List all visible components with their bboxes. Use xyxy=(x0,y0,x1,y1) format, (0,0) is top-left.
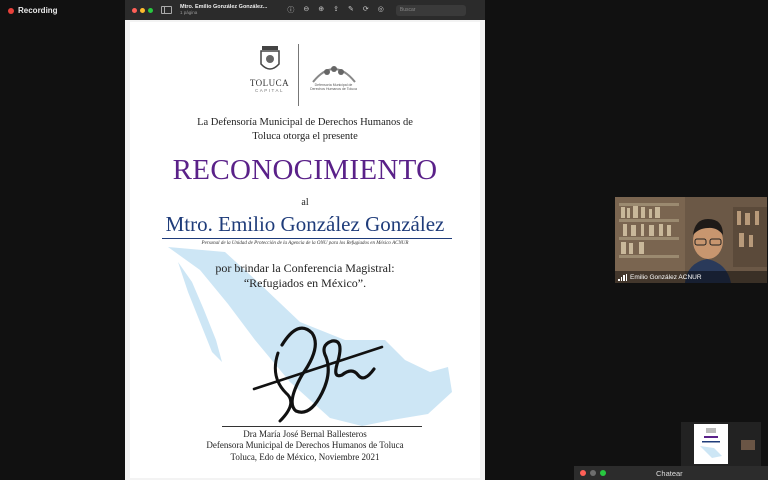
reason-line-2: “Refugiados en México”. xyxy=(243,276,367,290)
chat-close-button[interactable] xyxy=(580,470,586,476)
close-button[interactable] xyxy=(132,7,137,13)
thumbnail-document xyxy=(694,424,728,464)
participant-label: Emilio González ACNUR xyxy=(615,271,767,283)
logo-divider xyxy=(297,44,299,106)
toluca-crest-icon xyxy=(259,46,280,70)
certificate-al: al xyxy=(301,197,309,208)
signer-name: Dra María José Bernal Ballesteros xyxy=(243,429,367,439)
defensoria-emblem-icon xyxy=(311,66,356,83)
toluca-logo-name: TOLUCA xyxy=(249,78,290,88)
recipient-name: Mtro. Emilio González González xyxy=(165,212,445,236)
signal-strength-icon xyxy=(618,273,627,281)
recipient-underline xyxy=(162,238,452,239)
chat-window-controls xyxy=(580,470,606,476)
signer-title: Defensora Municipal de Derechos Humanos … xyxy=(206,440,404,451)
pdf-viewer-window: Mtro. Emilio González González... 1 pági… xyxy=(125,0,485,480)
recording-indicator: Recording xyxy=(8,6,58,15)
thumbnail-participant xyxy=(741,440,755,450)
recipient-position: Personal de la Unidad de Protección de l… xyxy=(201,241,409,246)
intro-line-1: La Defensoría Municipal de Derechos Huma… xyxy=(197,117,413,128)
handwritten-signature xyxy=(252,326,384,423)
signature-line xyxy=(222,426,422,427)
rotate-icon[interactable]: ⟳ xyxy=(363,5,369,15)
screen-share-thumbnail[interactable] xyxy=(681,422,761,466)
document-subtitle: 1 página xyxy=(180,10,198,15)
info-icon[interactable]: ⓘ xyxy=(287,5,294,15)
reason-line-1: por brindar la Conferencia Magistral: xyxy=(215,261,395,275)
record-dot-icon xyxy=(8,7,14,14)
search-field[interactable]: Buscar xyxy=(395,4,466,16)
thumbnail-document-preview xyxy=(700,428,722,458)
recording-label: Recording xyxy=(18,6,58,15)
signer-block: Dra María José Bernal Ballesteros Defens… xyxy=(130,429,480,463)
toluca-logo-sub: CAPITAL xyxy=(255,88,284,93)
share-icon[interactable]: ⇪ xyxy=(333,5,339,15)
participant-video-tile[interactable]: Emilio González ACNUR xyxy=(615,197,767,283)
chat-label: Chatear xyxy=(656,468,683,478)
chat-minimize-button[interactable] xyxy=(590,470,596,476)
zoom-button[interactable] xyxy=(148,7,153,13)
certificate-intro: La Defensoría Municipal de Derechos Huma… xyxy=(130,116,480,143)
defensoria-logo: Defensoría Municipal de Derechos Humanos… xyxy=(303,60,365,92)
viewer-toolbar: Mtro. Emilio González González... 1 pági… xyxy=(125,0,485,20)
defensoria-logo-text-2: Derechos Humanos de Toluca xyxy=(310,86,357,91)
certificate-title: RECONOCIMIENTO xyxy=(172,154,438,186)
certificate-page: TOLUCA CAPITAL Defensoría Municipal de D… xyxy=(130,22,480,478)
toluca-logo: TOLUCA CAPITAL xyxy=(246,44,294,93)
toolbar-icons: ⓘ ⊖ ⊕ ⇪ ✎ ⟳ ◎ xyxy=(287,5,383,15)
chat-window-bar[interactable]: Chatear xyxy=(574,466,768,480)
zoom-out-icon[interactable]: ⊖ xyxy=(303,5,309,15)
header-logos: TOLUCA CAPITAL Defensoría Municipal de D… xyxy=(130,44,480,106)
intro-line-2: Toluca otorga el presente xyxy=(252,130,358,142)
sidebar-toggle-icon[interactable] xyxy=(161,6,172,14)
minimize-button[interactable] xyxy=(140,7,145,13)
window-controls xyxy=(132,7,153,13)
document-title-block: Mtro. Emilio González González... 1 pági… xyxy=(180,4,267,16)
zoom-in-icon[interactable]: ⊕ xyxy=(318,5,324,15)
markup-icon[interactable]: ✎ xyxy=(348,5,354,15)
annotate-icon[interactable]: ◎ xyxy=(378,5,384,15)
certificate-reason: por brindar la Conferencia Magistral: “R… xyxy=(130,261,480,291)
chat-zoom-button[interactable] xyxy=(600,470,606,476)
place-date: Toluca, Edo de México, Noviembre 2021 xyxy=(230,451,380,462)
search-placeholder: Buscar xyxy=(399,7,416,13)
participant-name: Emilio González ACNUR xyxy=(630,273,702,281)
